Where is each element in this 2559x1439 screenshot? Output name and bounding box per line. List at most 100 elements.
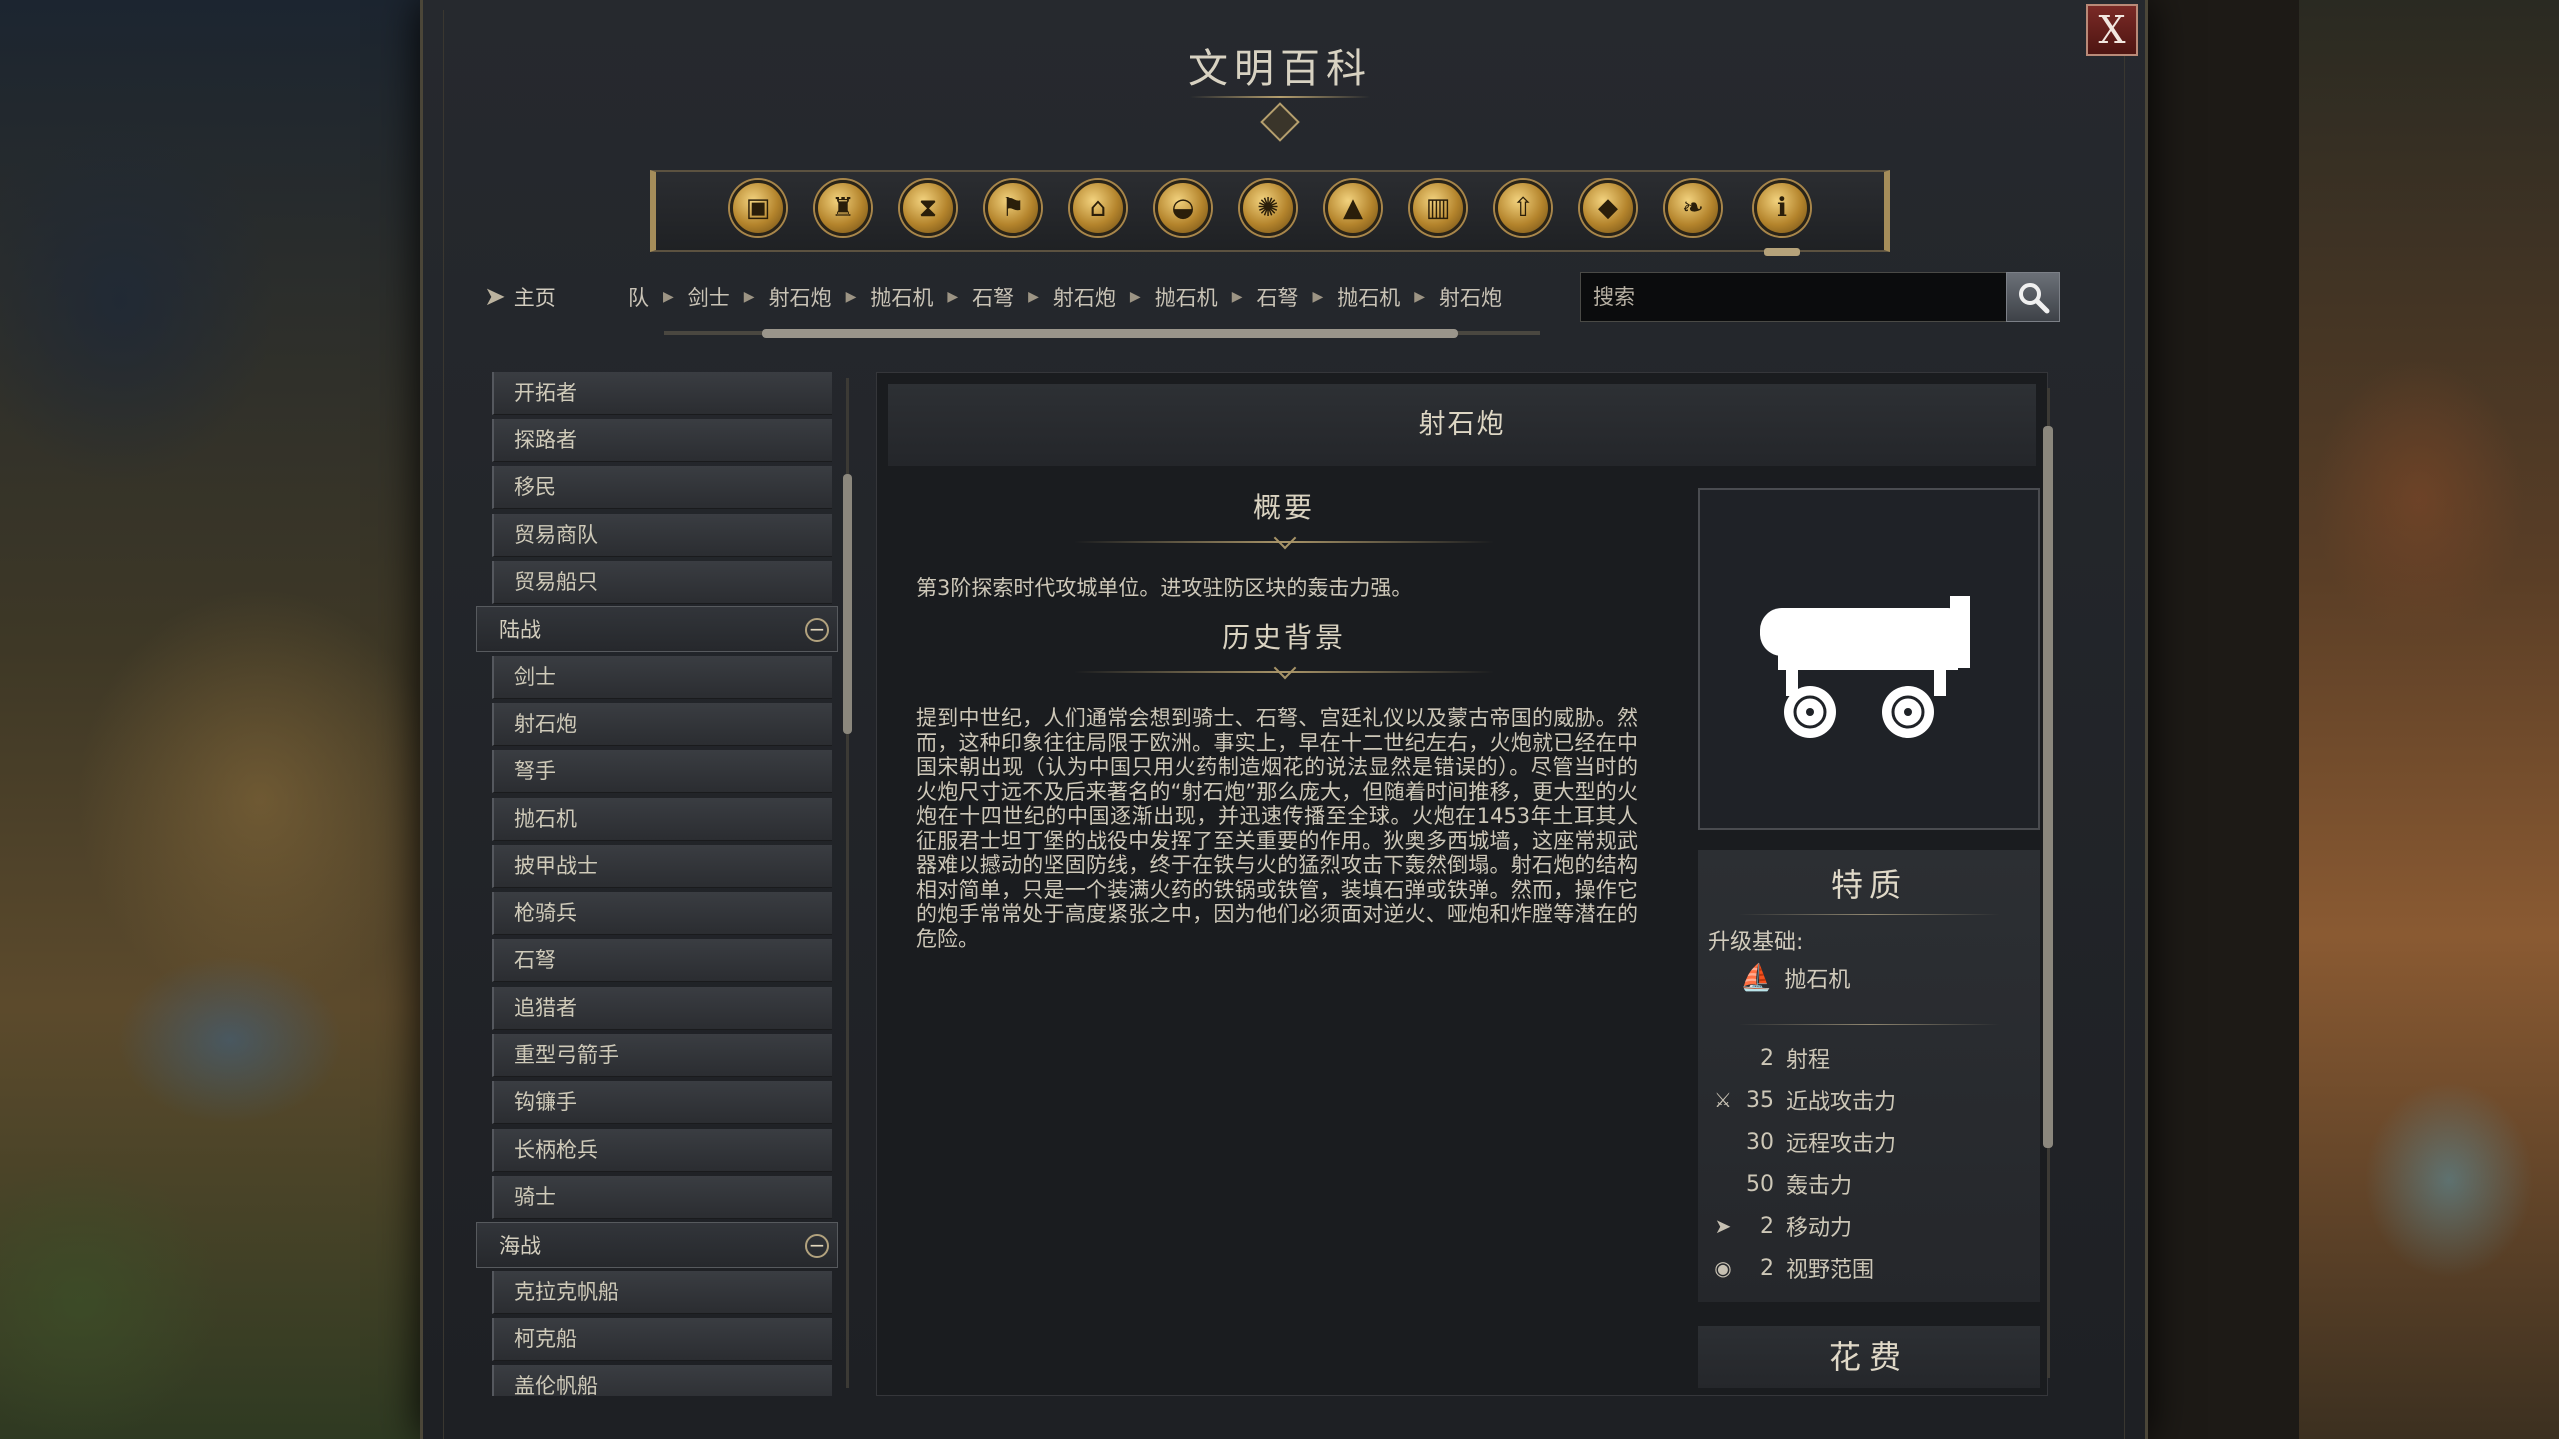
chevron-right-icon: ▶: [845, 289, 857, 305]
list-item[interactable]: 骑士: [492, 1176, 832, 1219]
list-item[interactable]: 石弩: [492, 939, 832, 982]
category-leader-icon[interactable]: ♜: [815, 180, 871, 236]
detail-scrollbar[interactable]: [2043, 426, 2053, 1148]
stat-sight: ◉ 2 视野范围: [1708, 1252, 1874, 1284]
home-button[interactable]: ➤ 主页: [484, 282, 556, 312]
search-button[interactable]: [2006, 272, 2060, 322]
stat-label: 轰击力: [1786, 1174, 1853, 1199]
list-item[interactable]: 探路者: [492, 419, 832, 462]
stat-movement: ➤ 2 移动力: [1708, 1210, 1852, 1242]
category-age-hourglass-icon[interactable]: ⧗: [900, 180, 956, 236]
list-item[interactable]: 弩手: [492, 750, 832, 793]
category-diamond-icon[interactable]: ◆: [1580, 180, 1636, 236]
summary-text: 第3阶探索时代攻城单位。进攻驻防区块的轰击力强。: [916, 576, 1413, 600]
home-label: 主页: [513, 286, 556, 310]
stat-range: 2 射程: [1708, 1042, 1830, 1074]
chevron-right-icon: ▶: [1231, 289, 1243, 305]
breadcrumb-item[interactable]: 队: [628, 282, 649, 312]
stat-value: 50: [1746, 1171, 1774, 1197]
list-item[interactable]: 移民: [492, 466, 832, 509]
list-scrollbar[interactable]: [843, 474, 852, 734]
list-item[interactable]: 柯克船: [492, 1318, 832, 1361]
title-ornament: [1190, 96, 1370, 98]
collapse-minus-icon[interactable]: −: [805, 618, 829, 642]
search-input[interactable]: [1580, 272, 2008, 322]
chevron-right-icon: ▶: [1129, 289, 1141, 305]
list-item[interactable]: 贸易船只: [492, 561, 832, 604]
chevron-right-icon: ▶: [1028, 289, 1039, 305]
stat-label: 视野范围: [1786, 1258, 1875, 1283]
breadcrumb-item[interactable]: 射石炮: [1053, 282, 1116, 312]
stat-label: 近战攻击力: [1786, 1090, 1897, 1115]
category-resource-icon[interactable]: ◒: [1155, 180, 1211, 236]
page-title: 文明百科: [1188, 46, 1372, 92]
stat-value: 2: [1760, 1255, 1774, 1281]
group-label: 陆战: [499, 618, 541, 642]
stat-ranged: 30 远程攻击力: [1708, 1126, 1896, 1158]
stat-value: 2: [1760, 1213, 1774, 1239]
list-item[interactable]: 盖伦帆船: [492, 1365, 832, 1396]
history-heading: 历史背景: [1221, 621, 1346, 654]
stat-label: 移动力: [1786, 1216, 1853, 1241]
breadcrumb-item[interactable]: 石弩: [1256, 282, 1298, 312]
cost-heading: 花费: [1698, 1326, 2040, 1388]
breadcrumb-item[interactable]: 射石炮: [1439, 282, 1502, 312]
list-item[interactable]: 剑士: [492, 656, 832, 699]
category-info-icon[interactable]: ℹ: [1754, 180, 1810, 236]
breadcrumb-item[interactable]: 石弩: [972, 282, 1014, 312]
back-arrow-icon: ➤: [484, 282, 506, 312]
chevron-right-icon: ▶: [947, 289, 959, 305]
category-terrain-icon[interactable]: ▲: [1325, 180, 1381, 236]
group-label: 海战: [499, 1234, 541, 1258]
category-wonder-icon[interactable]: ✺: [1240, 180, 1296, 236]
stat-label: 远程攻击力: [1786, 1132, 1897, 1157]
category-civilization-icon[interactable]: ▣: [730, 180, 786, 236]
category-building-icon[interactable]: ⌂: [1070, 180, 1126, 236]
upgrade-from-unit[interactable]: ⛵ 抛石机: [1740, 962, 1850, 994]
breadcrumb-item[interactable]: 剑士: [688, 282, 730, 312]
detail-title: 射石炮: [888, 384, 2036, 466]
list-item[interactable]: 重型弓箭手: [492, 1034, 832, 1077]
stat-label: 射程: [1786, 1048, 1831, 1073]
stat-melee: ⚔ 35 近战攻击力: [1708, 1084, 1896, 1116]
list-item[interactable]: 披甲战士: [492, 845, 832, 888]
catapult-icon: ⛵: [1740, 963, 1773, 993]
unit-list: 开拓者 探路者 移民 贸易商队 贸易船只 陆战 − 剑士 射石炮 弩手 抛石机 …: [476, 372, 838, 1396]
list-item[interactable]: 追猎者: [492, 987, 832, 1030]
sight-eye-icon: ◉: [1714, 1256, 1732, 1280]
chevron-right-icon: ▶: [1414, 289, 1426, 305]
collapse-minus-icon[interactable]: −: [805, 1234, 829, 1258]
breadcrumb-item[interactable]: 射石炮: [769, 282, 832, 312]
list-item[interactable]: 开拓者: [492, 372, 832, 415]
breadcrumb-item[interactable]: 抛石机: [870, 282, 933, 312]
traits-heading: 特质: [1830, 866, 1907, 904]
upgrade-from-label: 抛石机: [1784, 968, 1851, 993]
traits-panel: 特质 升级基础: ⛵ 抛石机 2 射程 ⚔ 35 近战攻击力 30 远程攻击力 …: [1698, 850, 2040, 1302]
category-flag-icon[interactable]: ⚑: [985, 180, 1041, 236]
unit-portrait: [1698, 488, 2040, 830]
stat-value: 2: [1760, 1045, 1774, 1071]
category-settlement-icon[interactable]: ▥: [1410, 180, 1466, 236]
summary-heading: 概要: [1252, 491, 1315, 524]
close-button[interactable]: X: [2086, 4, 2138, 56]
list-item[interactable]: 钩镰手: [492, 1081, 832, 1124]
list-item[interactable]: 长柄枪兵: [492, 1129, 832, 1172]
breadcrumb-item[interactable]: 抛石机: [1337, 282, 1400, 312]
search-icon: [2019, 283, 2050, 314]
list-item[interactable]: 枪骑兵: [492, 892, 832, 935]
list-item[interactable]: 射石炮: [492, 703, 832, 746]
bombard-cannon-icon: [1760, 596, 1970, 738]
list-item[interactable]: 克拉克帆船: [492, 1271, 832, 1314]
upgrade-label: 升级基础:: [1708, 930, 1804, 955]
game-map-right: [2299, 0, 2559, 1439]
category-unit-upgrade-icon[interactable]: ⇧: [1495, 180, 1551, 236]
stat-value: 35: [1746, 1087, 1774, 1113]
category-active-indicator: [1764, 248, 1800, 256]
list-item[interactable]: 抛石机: [492, 798, 832, 841]
breadcrumb-scrollbar[interactable]: [762, 329, 1458, 338]
list-group-land[interactable]: 陆战 −: [476, 606, 838, 652]
list-group-naval[interactable]: 海战 −: [476, 1222, 838, 1268]
list-item[interactable]: 贸易商队: [492, 514, 832, 557]
category-bird-icon[interactable]: ❧: [1665, 180, 1721, 236]
breadcrumb-item[interactable]: 抛石机: [1155, 282, 1218, 312]
